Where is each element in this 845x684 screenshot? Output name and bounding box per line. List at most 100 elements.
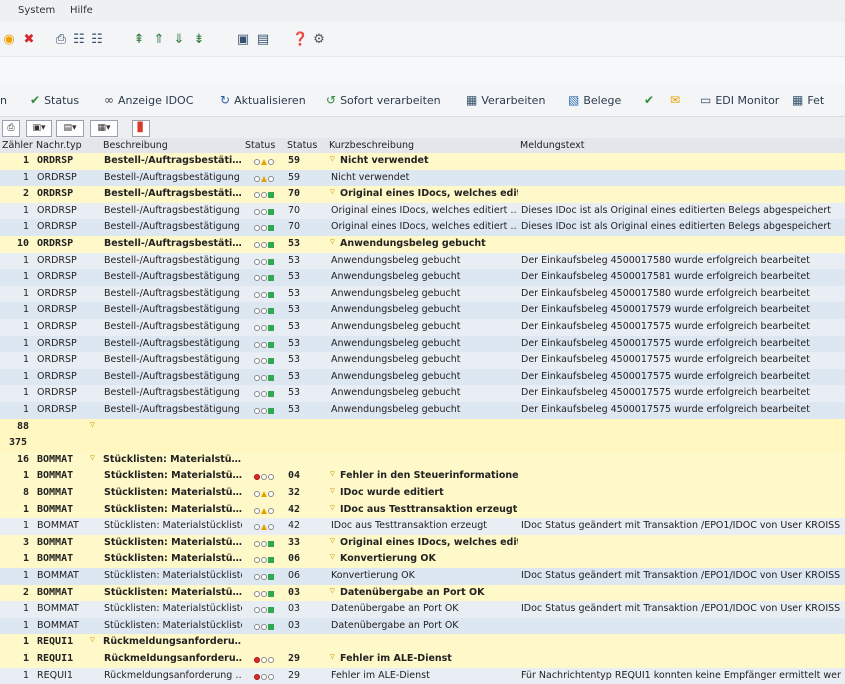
table-row[interactable]: 1 ORDRSP Bestell-/Auftragsbestätigung 53 Anw… — [0, 269, 845, 286]
subtotal-row[interactable]: 1 BOMMAT Stücklisten: Materialstü… 06 ▽ Konve… — [0, 551, 845, 568]
graphic-icon[interactable]: ▊ — [132, 120, 150, 137]
subtotal-funnel-icon: ▽ — [330, 470, 335, 479]
status-button[interactable]: ✔ Status — [30, 92, 79, 108]
layout-icon[interactable]: ▦▾ — [90, 120, 118, 137]
table-row[interactable]: 1 ORDRSP Bestell-/Auftragsbestätigung 53 Anw… — [0, 352, 845, 369]
count-cell: 1 — [22, 404, 29, 415]
status-lights-icon — [254, 489, 275, 500]
menu-help[interactable]: Hilfe — [70, 5, 93, 16]
system-toolbar: ◉ ✖ ⎙ ☷ ☷ ⇞ ⇑ ⇓ ⇟ ▣ ▤ ❓ ⚙ — [0, 22, 845, 56]
subtotal-row[interactable]: 1 ORDRSP Bestell-/Auftragsbestäti… 59 ▽ Nicht… — [0, 153, 845, 170]
status-lights-icon — [254, 306, 275, 317]
help-icon[interactable]: ❓ — [292, 33, 308, 47]
msgtype-cell: BOMMAT — [37, 503, 74, 515]
shortcut-icon[interactable]: ▤ — [256, 33, 270, 47]
col-counter[interactable]: Zähler — [2, 140, 33, 151]
short-text-cell: Anwendungsbeleg gebucht — [331, 337, 461, 349]
total-row[interactable]: 88 ▽ — [0, 418, 845, 436]
status-cell: 42 — [288, 520, 301, 532]
edi-monitor-button[interactable]: ▭ EDI Monitor — [700, 92, 779, 108]
message-cell: Dieses IDoc ist als Original eines editi… — [521, 204, 832, 216]
first-page-icon[interactable]: ⇞ — [132, 33, 146, 47]
status-lights-icon — [254, 257, 275, 268]
new-session-icon[interactable]: ▣ — [236, 33, 250, 47]
short-text-cell: Konvertierung OK — [331, 570, 415, 581]
export-icon[interactable]: ▤▾ — [56, 120, 84, 137]
table-row[interactable]: 1 ORDRSP Bestell-/Auftragsbestätigung 53 Anw… — [0, 335, 845, 353]
col-status-light[interactable]: Status — [245, 140, 275, 151]
table-row[interactable]: 1 REQUI1 Rückmeldungsanforderung … 29 Fehler… — [0, 667, 845, 684]
subtotal-funnel-icon: ▽ — [330, 653, 335, 661]
description-cell: Bestell-/Auftragsbestätigung — [104, 304, 240, 316]
view-icon[interactable]: ▣▾ — [26, 120, 52, 137]
table-row[interactable]: 1 ORDRSP Bestell-/Auftragsbestätigung 53 Anw… — [0, 319, 845, 336]
col-short-text[interactable]: Kurzbeschreibung — [329, 140, 414, 151]
table-row[interactable]: 1 ORDRSP Bestell-/Auftragsbestätigung 53 Anw… — [0, 285, 845, 303]
short-text-cell: IDoc aus Testtransaktion erzeugt — [340, 503, 518, 515]
subtotal-row[interactable]: 8 BOMMAT Stücklisten: Materialstü… 32 ▽ IDoc … — [0, 485, 845, 502]
subtotal-row[interactable]: 3 BOMMAT Stücklisten: Materialstü… 33 ▽ Origi… — [0, 534, 845, 552]
refresh-icon: ↻ — [220, 93, 231, 107]
print-icon[interactable]: ⎙ — [2, 120, 20, 137]
subtotal-row[interactable]: 1 BOMMAT Stücklisten: Materialstü… 42 ▽ IDoc … — [0, 501, 845, 519]
short-text-cell: IDoc wurde editiert — [340, 487, 444, 498]
process-now-button[interactable]: ↺ Sofort verarbeiten — [326, 92, 441, 108]
table-row[interactable]: 1 ORDRSP Bestell-/Auftragsbestätigung 53 Anw… — [0, 402, 845, 419]
col-description[interactable]: Beschreibung — [103, 140, 168, 151]
settings-icon[interactable]: ⚙ — [312, 33, 326, 47]
next-page-icon[interactable]: ⇓ — [172, 33, 186, 47]
table-row[interactable]: 1 ORDRSP Bestell-/Auftragsbestätigung 70 Ori… — [0, 219, 845, 236]
description-cell: Stücklisten: Materialstü… — [104, 586, 242, 598]
cancel-icon[interactable]: ✖ — [22, 33, 36, 47]
check-icon: ✔ — [644, 93, 655, 107]
subtotal-row[interactable]: 1 BOMMAT Stücklisten: Materialstü… 04 ▽ Fehle… — [0, 468, 845, 485]
table-row[interactable]: 1 ORDRSP Bestell-/Auftragsbestätigung 70 Ori… — [0, 202, 845, 220]
find-icon[interactable]: ☷ — [72, 33, 86, 47]
description-cell: Bestell-/Auftragsbestäti… — [104, 238, 242, 249]
last-page-icon[interactable]: ⇟ — [192, 33, 206, 47]
process-button[interactable]: ▦ Verarbeiten — [466, 92, 545, 108]
menu-system[interactable]: System — [18, 5, 55, 16]
find-next-icon[interactable]: ☷ — [90, 33, 104, 47]
subtotal-row[interactable]: 1 REQUI1 Rückmeldungsanforderu… 29 ▽ Fehler i… — [0, 651, 845, 668]
table-row[interactable]: 1 ORDRSP Bestell-/Auftragsbestätigung 53 Anw… — [0, 368, 845, 386]
message-cell: Der Einkaufsbeleg 4500017575 wurde erfol… — [521, 387, 810, 399]
table-row[interactable]: 1 BOMMAT Stücklisten: Materialstückliste 03… — [0, 617, 845, 635]
table-row[interactable]: 1 ORDRSP Bestell-/Auftragsbestätigung 53 Anw… — [0, 302, 845, 319]
subtotal-row[interactable]: 16 BOMMAT ▽ Stücklisten: Materialstü… — [0, 451, 845, 469]
count-cell: 3 — [22, 536, 29, 548]
back-icon[interactable]: ◉ — [2, 33, 16, 47]
toolbar-button-partial[interactable]: n — [0, 92, 7, 108]
refresh-button[interactable]: ↻ Aktualisieren — [220, 92, 306, 108]
check-button[interactable]: ✔ — [644, 92, 654, 108]
table-row[interactable]: 1 BOMMAT Stücklisten: Materialstückliste 03… — [0, 601, 845, 618]
table-row[interactable]: 1 ORDRSP Bestell-/Auftragsbestätigung 59 Nic… — [0, 169, 845, 187]
subtotal-funnel-icon: ▽ — [90, 420, 95, 429]
col-msgtype[interactable]: Nachr.typ — [36, 140, 82, 151]
description-cell: Stücklisten: Materialstückliste — [104, 619, 242, 631]
msgtype-cell: ORDRSP — [37, 370, 77, 382]
mail-button[interactable]: ✉ — [670, 92, 680, 108]
table-row[interactable]: 1 BOMMAT Stücklisten: Materialstückliste 06… — [0, 568, 845, 585]
msgtype-cell: REQUI1 — [37, 669, 73, 681]
count-cell: 1 — [22, 354, 29, 366]
documents-button[interactable]: ▧ Belege — [568, 92, 621, 108]
display-idoc-button[interactable]: ∞ Anzeige IDOC — [104, 92, 193, 108]
msgtype-cell: BOMMAT — [37, 570, 79, 581]
subtotal-row[interactable]: 2 BOMMAT Stücklisten: Materialstü… 03 ▽ Daten… — [0, 584, 845, 602]
col-status[interactable]: Status — [287, 140, 317, 151]
subtotal-row[interactable]: 2 ORDRSP Bestell-/Auftragsbestäti… 70 ▽ Origi… — [0, 186, 845, 203]
subtotal-row[interactable]: 10 ORDRSP Bestell-/Auftragsbestäti… 53 ▽ Anwe… — [0, 236, 845, 253]
print-icon[interactable]: ⎙ — [54, 33, 68, 47]
previous-page-icon[interactable]: ⇑ — [152, 33, 166, 47]
description-cell: Stücklisten: Materialstü… — [104, 470, 242, 482]
subtotal-row[interactable]: 1 REQUI1 ▽ Rückmeldungsanforderu… — [0, 634, 845, 651]
subtotal-funnel-icon: ▽ — [330, 487, 335, 495]
status-cell: 42 — [288, 503, 301, 515]
col-message[interactable]: Meldungstext — [520, 140, 584, 151]
partial-button[interactable]: ▦ Fet — [792, 92, 824, 108]
table-row[interactable]: 1 ORDRSP Bestell-/Auftragsbestätigung 53 Anw… — [0, 385, 845, 402]
table-row[interactable]: 1 BOMMAT Stücklisten: Materialstückliste 42… — [0, 518, 845, 535]
table-row[interactable]: 1 ORDRSP Bestell-/Auftragsbestätigung 53 Anw… — [0, 252, 845, 270]
total-row[interactable]: 375 — [0, 435, 845, 452]
